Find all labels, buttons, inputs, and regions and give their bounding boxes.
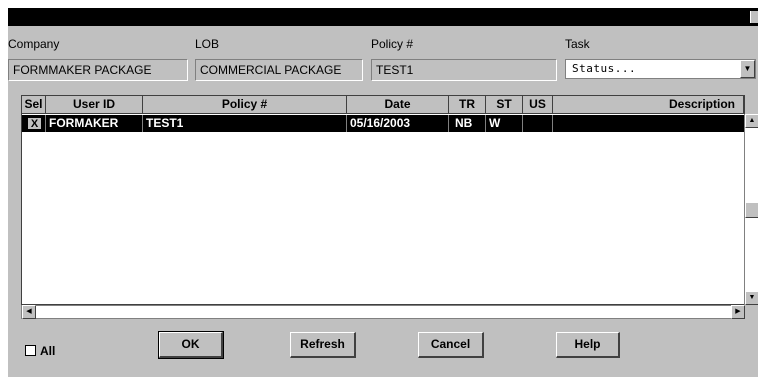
refresh-button[interactable]: Refresh (290, 332, 356, 358)
sel-checkbox[interactable]: X (27, 117, 42, 130)
col-header-user-id[interactable]: User ID (46, 96, 143, 114)
scroll-right-icon[interactable]: ▶ (731, 305, 745, 319)
company-field: FORMMAKER PACKAGE (8, 59, 188, 81)
col-header-date[interactable]: Date (347, 96, 449, 114)
scroll-down-icon[interactable]: ▼ (745, 291, 758, 305)
task-select[interactable]: Status... ▼ (565, 59, 756, 79)
policy-field: TEST1 (371, 59, 557, 81)
scroll-up-icon[interactable]: ▲ (745, 114, 758, 128)
cell-policy: TEST1 (143, 115, 347, 132)
company-label: Company (8, 37, 60, 51)
cell-description (553, 115, 744, 132)
policy-dialog: Company LOB Policy # Task FORMMAKER PACK… (8, 26, 758, 377)
ok-button[interactable]: OK (158, 331, 224, 359)
vertical-scrollbar[interactable]: ▲ ▼ (744, 114, 758, 305)
col-header-description[interactable]: Description (553, 96, 744, 114)
task-label: Task (565, 37, 590, 51)
chevron-down-icon[interactable]: ▼ (740, 60, 755, 78)
all-checkbox-group[interactable]: All (25, 344, 55, 358)
title-bar (8, 8, 758, 26)
scroll-thumb[interactable] (745, 202, 758, 218)
task-select-value: Status... (572, 62, 637, 75)
help-button[interactable]: Help (556, 332, 620, 358)
col-header-tr[interactable]: TR (449, 96, 486, 114)
cell-st: W (486, 115, 523, 132)
lob-field: COMMERCIAL PACKAGE (195, 59, 363, 81)
scroll-left-icon[interactable]: ◀ (22, 305, 36, 319)
policy-label: Policy # (371, 37, 414, 51)
col-header-sel[interactable]: Sel (22, 96, 46, 114)
lob-label: LOB (195, 37, 220, 51)
table-row[interactable]: X FORMAKER TEST1 05/16/2003 NB W (22, 115, 744, 132)
col-header-policy[interactable]: Policy # (143, 96, 347, 114)
cell-sel[interactable]: X (22, 115, 46, 132)
close-icon[interactable] (750, 11, 758, 23)
horizontal-scrollbar[interactable]: ◀ ▶ (21, 305, 745, 319)
all-label: All (40, 344, 56, 358)
col-header-us[interactable]: US (523, 96, 553, 114)
cell-tr: NB (449, 115, 486, 132)
cell-us (523, 115, 553, 132)
cell-date: 05/16/2003 (347, 115, 449, 132)
all-checkbox[interactable] (25, 345, 36, 356)
col-header-st[interactable]: ST (486, 96, 523, 114)
cell-user-id: FORMAKER (46, 115, 143, 132)
cancel-button[interactable]: Cancel (418, 332, 484, 358)
policy-grid: Sel User ID Policy # Date TR ST US Descr… (21, 95, 745, 305)
